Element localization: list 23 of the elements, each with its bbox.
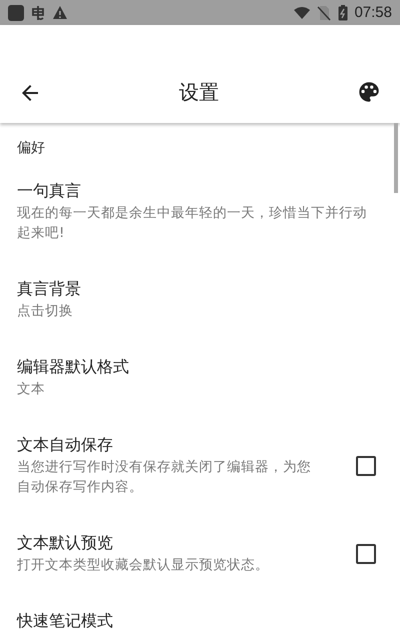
setting-title[interactable]: 编辑器默认格式 [17,357,129,377]
scrollbar [394,123,398,193]
setting-summary: 文本 [17,380,45,399]
setting-summary: 打开文本类型收藏会默认显示预览状态。 [17,556,270,575]
section-header: 偏好 [17,139,45,157]
warning-icon [52,4,68,20]
checkbox[interactable] [356,544,376,564]
setting-summary: 现在的每一天都是余生中最年轻的一天，珍惜当下并行动起来吧! [17,204,368,243]
app-icon [8,4,24,20]
battery-icon [338,4,348,20]
setting-title[interactable]: 文本默认预览 [17,533,113,553]
checkbox[interactable] [356,456,376,476]
bug-icon [30,4,46,20]
setting-summary: 点击切换 [17,302,73,321]
wifi-icon [294,4,310,20]
page-title: 设置 [179,79,219,105]
no-sim-icon [316,4,332,20]
setting-title[interactable]: 快速笔记模式 [17,611,113,631]
setting-title[interactable]: 一句真言 [17,181,81,201]
clock-time: 07:58 [354,4,392,21]
setting-summary: 当您进行写作时没有保存就关闭了编辑器，为您自动保存写作内容。 [17,458,312,497]
setting-title[interactable]: 文本自动保存 [17,435,113,455]
setting-title[interactable]: 真言背景 [17,279,81,299]
